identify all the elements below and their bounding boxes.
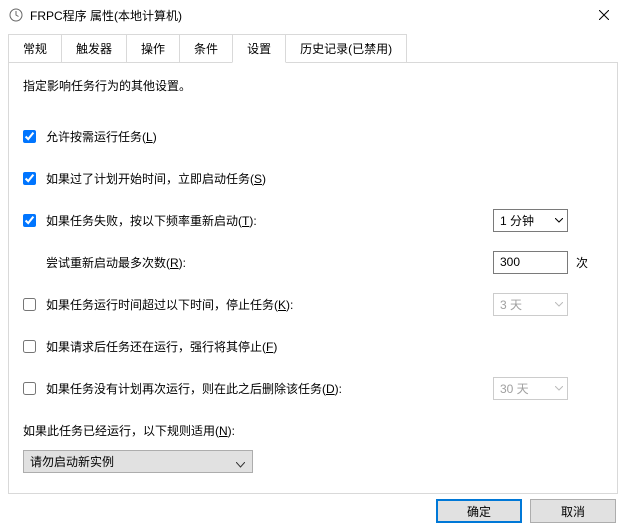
clock-icon [8, 7, 24, 23]
restart-attempts-input[interactable] [493, 251, 568, 274]
restart-interval-select[interactable]: 1 分钟 [493, 209, 568, 232]
settings-panel: 指定影响任务行为的其他设置。 允许按需运行任务(L) 如果过了计划开始时间，立即… [8, 62, 618, 494]
chevron-down-icon [554, 384, 563, 393]
window-title: FRPC程序 属性(本地计算机) [30, 7, 581, 24]
restart-on-fail-label: 如果任务失败，按以下频率重新启动(T): [46, 212, 257, 229]
ok-button[interactable]: 确定 [436, 499, 522, 523]
allow-on-demand-checkbox[interactable] [23, 130, 36, 143]
tab-history[interactable]: 历史记录(已禁用) [285, 34, 407, 62]
tab-general[interactable]: 常规 [8, 34, 62, 62]
panel-description: 指定影响任务行为的其他设置。 [23, 77, 603, 94]
restart-attempts-label: 尝试重新启动最多次数(R): [46, 254, 186, 271]
restart-attempts-unit: 次 [576, 254, 588, 271]
chevron-down-icon [554, 216, 563, 225]
chevron-down-icon [236, 457, 246, 467]
run-asap-label: 如果过了计划开始时间，立即启动任务(S) [46, 170, 266, 187]
already-running-label: 如果此任务已经运行，以下规则适用(N): [23, 422, 235, 439]
stop-after-select: 3 天 [493, 293, 568, 316]
force-stop-checkbox[interactable] [23, 340, 36, 353]
cancel-button[interactable]: 取消 [530, 499, 616, 523]
stop-after-label: 如果任务运行时间超过以下时间，停止任务(K): [46, 296, 293, 313]
tab-settings[interactable]: 设置 [232, 34, 286, 63]
already-running-rule-select[interactable]: 请勿启动新实例 [23, 450, 253, 473]
delete-after-label: 如果任务没有计划再次运行，则在此之后删除该任务(D): [46, 380, 342, 397]
tab-strip: 常规 触发器 操作 条件 设置 历史记录(已禁用) [8, 34, 618, 62]
restart-on-fail-checkbox[interactable] [23, 214, 36, 227]
delete-after-checkbox[interactable] [23, 382, 36, 395]
allow-on-demand-label: 允许按需运行任务(L) [46, 128, 157, 145]
force-stop-label: 如果请求后任务还在运行，强行将其停止(F) [46, 338, 277, 355]
tab-triggers[interactable]: 触发器 [61, 34, 127, 62]
delete-after-select: 30 天 [493, 377, 568, 400]
tab-conditions[interactable]: 条件 [179, 34, 233, 62]
stop-after-checkbox[interactable] [23, 298, 36, 311]
chevron-down-icon [554, 300, 563, 309]
tab-actions[interactable]: 操作 [126, 34, 180, 62]
run-asap-checkbox[interactable] [23, 172, 36, 185]
close-button[interactable] [581, 0, 626, 30]
